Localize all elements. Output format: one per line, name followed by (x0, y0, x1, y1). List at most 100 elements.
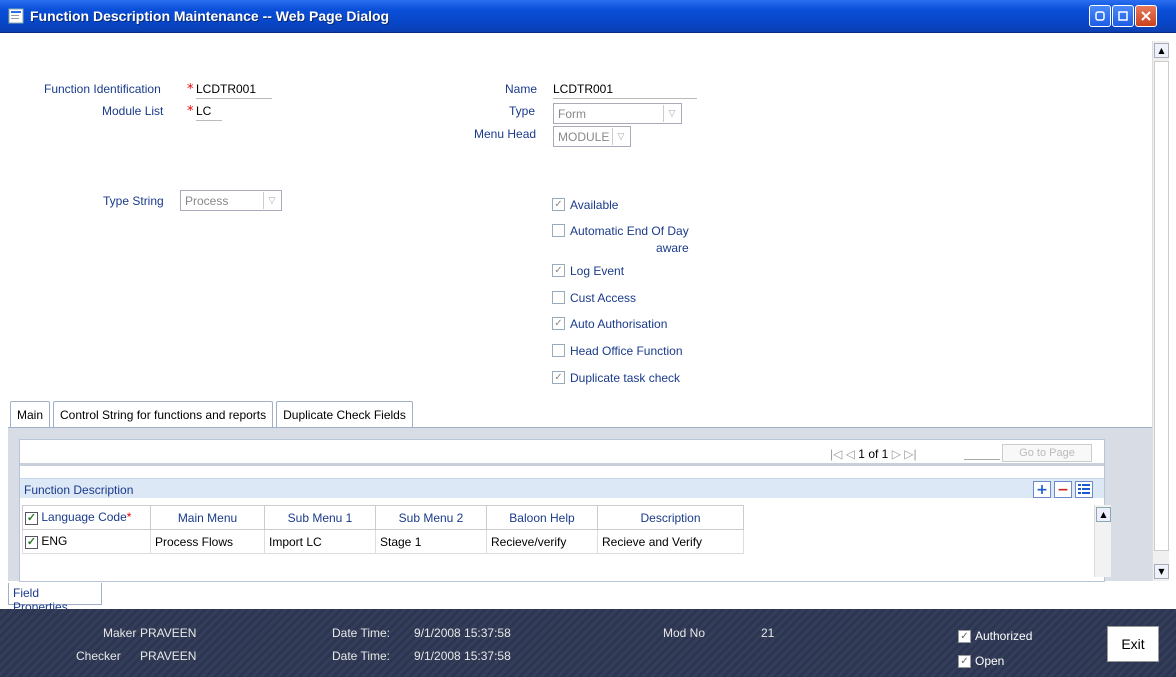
required-marker: * (187, 82, 194, 97)
first-page-icon[interactable]: |◁ (830, 447, 842, 461)
pager-nav: |◁ ◁ 1 of 1 ▷ ▷| (830, 447, 917, 461)
menu-head-select-value: MODULE (558, 130, 610, 144)
auto-authorisation-label: Auto Authorisation (570, 317, 668, 331)
minimize-icon (1095, 11, 1105, 21)
function-id-label: Function Identification (44, 82, 161, 96)
list-icon (1078, 484, 1090, 494)
delete-row-button[interactable]: − (1054, 481, 1072, 498)
title-bar: Function Description Maintenance -- Web … (0, 0, 1176, 33)
checkbox-box[interactable]: ✓ (552, 371, 565, 384)
scroll-up-arrow-icon[interactable]: ▲ (1154, 43, 1169, 58)
checkbox-box[interactable]: ✓ (552, 198, 565, 211)
add-row-button[interactable]: + (1033, 481, 1051, 498)
window-title: Function Description Maintenance -- Web … (30, 8, 390, 24)
tab-duplicate-check-fields[interactable]: Duplicate Check Fields (276, 401, 413, 428)
auto-authorisation-checkbox[interactable]: ✓ Auto Authorisation (552, 317, 667, 331)
function-id-field[interactable]: LCDTR001 (196, 82, 256, 96)
field-properties-tab[interactable]: Field Properties (8, 583, 102, 614)
grid-scrollbar[interactable]: ▲ (1094, 505, 1111, 577)
head-office-label: Head Office Function (570, 344, 683, 358)
available-checkbox[interactable]: ✓ Available (552, 198, 618, 212)
row-checkbox[interactable]: ✓ (25, 535, 38, 549)
maker-value: PRAVEEN (140, 626, 197, 640)
table-cell[interactable]: Process Flows (150, 529, 265, 554)
log-event-checkbox[interactable]: ✓ Log Event (552, 264, 624, 278)
tab-bar: Main Control String for functions and re… (10, 401, 416, 428)
head-office-checkbox[interactable]: Head Office Function (552, 344, 683, 358)
minimize-button[interactable] (1089, 5, 1111, 27)
checkbox-box: ✓ (958, 629, 971, 643)
menu-head-select[interactable]: MODULE ▽ (553, 126, 631, 147)
module-list-label: Module List (102, 104, 164, 118)
type-select[interactable]: Form ▽ (553, 103, 682, 124)
page-scrollbar[interactable]: ▲ ▼ (1152, 41, 1169, 581)
current-page: 1 (858, 447, 865, 461)
table-cell[interactable]: Import LC (264, 529, 376, 554)
page-number-input[interactable] (964, 459, 1000, 460)
scroll-up-arrow-icon[interactable]: ▲ (1096, 507, 1111, 522)
table-cell[interactable]: Recieve and Verify (597, 529, 744, 554)
table-cell[interactable]: Recieve/verify (486, 529, 598, 554)
maximize-button[interactable] (1112, 5, 1134, 27)
grid-title: Function Description (24, 483, 134, 497)
column-header: ✓ Language Code* (22, 505, 151, 530)
chevron-down-icon: ▽ (263, 192, 280, 209)
type-select-value: Form (558, 107, 586, 121)
duplicate-task-checkbox[interactable]: ✓ Duplicate task check (552, 371, 680, 385)
grid-container: |◁ ◁ 1 of 1 ▷ ▷| Go to Page Function Des… (19, 439, 1111, 582)
type-string-label: Type String (103, 194, 164, 208)
close-button[interactable] (1135, 5, 1157, 27)
exit-button[interactable]: Exit (1107, 626, 1159, 662)
module-list-field[interactable]: LC (196, 104, 211, 118)
column-header: Main Menu (150, 505, 265, 530)
grid-header: Function Description + − (20, 478, 1104, 498)
menu-head-label: Menu Head (474, 127, 537, 141)
prev-page-icon[interactable]: ◁ (846, 447, 855, 461)
auto-eod-checkbox[interactable]: Automatic End Of Day aware (552, 224, 689, 255)
open-checkbox: ✓ Open (958, 654, 1004, 668)
auto-eod-label: Automatic End Of Day (570, 224, 689, 238)
pager-of: of (868, 447, 879, 461)
name-field[interactable]: LCDTR001 (553, 82, 613, 96)
authorized-checkbox: ✓ Authorized (958, 629, 1032, 643)
column-header: Description (597, 505, 744, 530)
column-header-label: Language Code (41, 510, 127, 525)
tab-control-string[interactable]: Control String for functions and reports (53, 401, 274, 428)
auto-eod-label-line2: aware (656, 241, 689, 255)
last-page-icon[interactable]: ▷| (904, 447, 916, 461)
scroll-thumb[interactable] (1154, 61, 1169, 551)
checkbox-box[interactable] (552, 224, 565, 237)
checkbox-box[interactable] (552, 291, 565, 304)
language-code-cell: ENG (41, 534, 68, 549)
next-page-icon[interactable]: ▷ (892, 447, 901, 461)
checker-datetime-value: 9/1/2008 15:37:58 (414, 649, 511, 663)
log-event-label: Log Event (570, 264, 625, 278)
type-string-select-value: Process (185, 194, 229, 208)
table-row[interactable]: ✓ ENG Process Flows Import LC Stage 1 Re… (22, 529, 744, 554)
mod-no-value: 21 (761, 626, 775, 640)
checkbox-box[interactable]: ✓ (552, 317, 565, 330)
cust-access-checkbox[interactable]: Cust Access (552, 291, 636, 305)
column-header: Sub Menu 1 (264, 505, 376, 530)
checker-value: PRAVEEN (140, 649, 197, 663)
checker-datetime-label: Date Time: (332, 649, 391, 663)
table-cell[interactable]: ✓ ENG (22, 529, 151, 554)
single-view-button[interactable] (1075, 481, 1093, 498)
tab-main[interactable]: Main (10, 401, 51, 428)
select-all-checkbox[interactable]: ✓ (25, 511, 38, 525)
duplicate-task-label: Duplicate task check (570, 371, 681, 385)
function-description-table: ✓ Language Code* Main Menu Sub Menu 1 Su… (22, 505, 744, 554)
open-label: Open (975, 654, 1005, 668)
column-header: Sub Menu 2 (375, 505, 487, 530)
go-to-page-button[interactable]: Go to Page (1002, 444, 1092, 462)
module-list-underline (196, 120, 222, 121)
checkbox-box[interactable]: ✓ (552, 264, 565, 277)
scroll-down-arrow-icon[interactable]: ▼ (1154, 564, 1169, 579)
type-label: Type (509, 104, 536, 118)
maker-datetime-label: Date Time: (332, 626, 391, 640)
pager-bar: |◁ ◁ 1 of 1 ▷ ▷| Go to Page (20, 442, 1104, 466)
type-string-select[interactable]: Process ▽ (180, 190, 282, 211)
checkbox-box[interactable] (552, 344, 565, 357)
table-cell[interactable]: Stage 1 (375, 529, 487, 554)
required-marker: * (187, 104, 194, 119)
